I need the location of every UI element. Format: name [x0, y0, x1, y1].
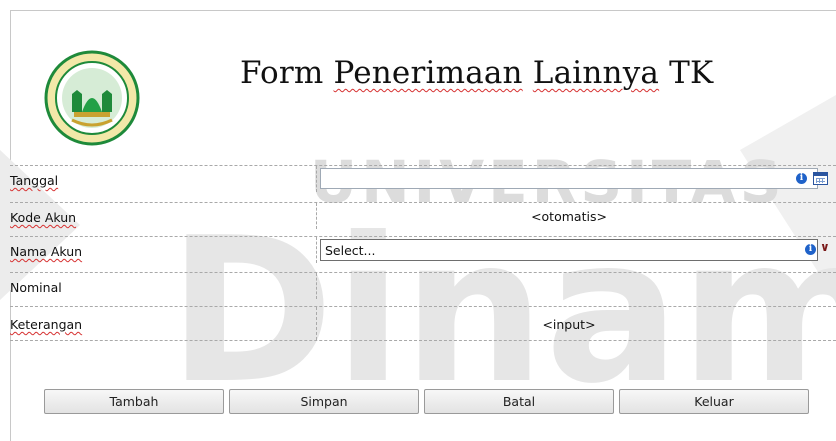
calendar-icon[interactable] — [813, 172, 828, 185]
info-icon[interactable]: i — [796, 173, 807, 184]
keterangan-input[interactable]: <input> — [320, 317, 818, 332]
nama-akun-select[interactable]: Select... — [320, 239, 818, 261]
keluar-button[interactable]: Keluar — [619, 389, 809, 414]
field-label-keterangan: Keterangan — [10, 317, 83, 332]
row-keterangan: Keterangan <input> — [10, 306, 836, 341]
batal-button[interactable]: Batal — [424, 389, 614, 414]
row-nama-akun: Nama Akun Select... i ∨ — [10, 236, 836, 263]
field-label-nama-akun: Nama Akun — [10, 244, 83, 259]
field-label-kode-akun: Kode Akun — [10, 210, 77, 225]
row-kode-akun: Kode Akun <otomatis> — [10, 202, 836, 229]
tanggal-date-input[interactable] — [320, 168, 818, 189]
field-label-nominal: Nominal — [10, 280, 62, 295]
kode-akun-value: <otomatis> — [531, 209, 607, 224]
field-label-tanggal: Tanggal — [10, 173, 59, 188]
info-icon[interactable]: i — [805, 244, 816, 255]
row-tanggal: Tanggal i — [10, 165, 836, 192]
simpan-button[interactable]: Simpan — [229, 389, 419, 414]
tambah-button[interactable]: Tambah — [44, 389, 224, 414]
page-title: Form Penerimaan Lainnya TK — [240, 55, 714, 91]
row-nominal: Nominal — [10, 272, 836, 299]
chevron-down-icon[interactable]: ∨ — [820, 240, 830, 254]
school-logo — [44, 50, 140, 146]
